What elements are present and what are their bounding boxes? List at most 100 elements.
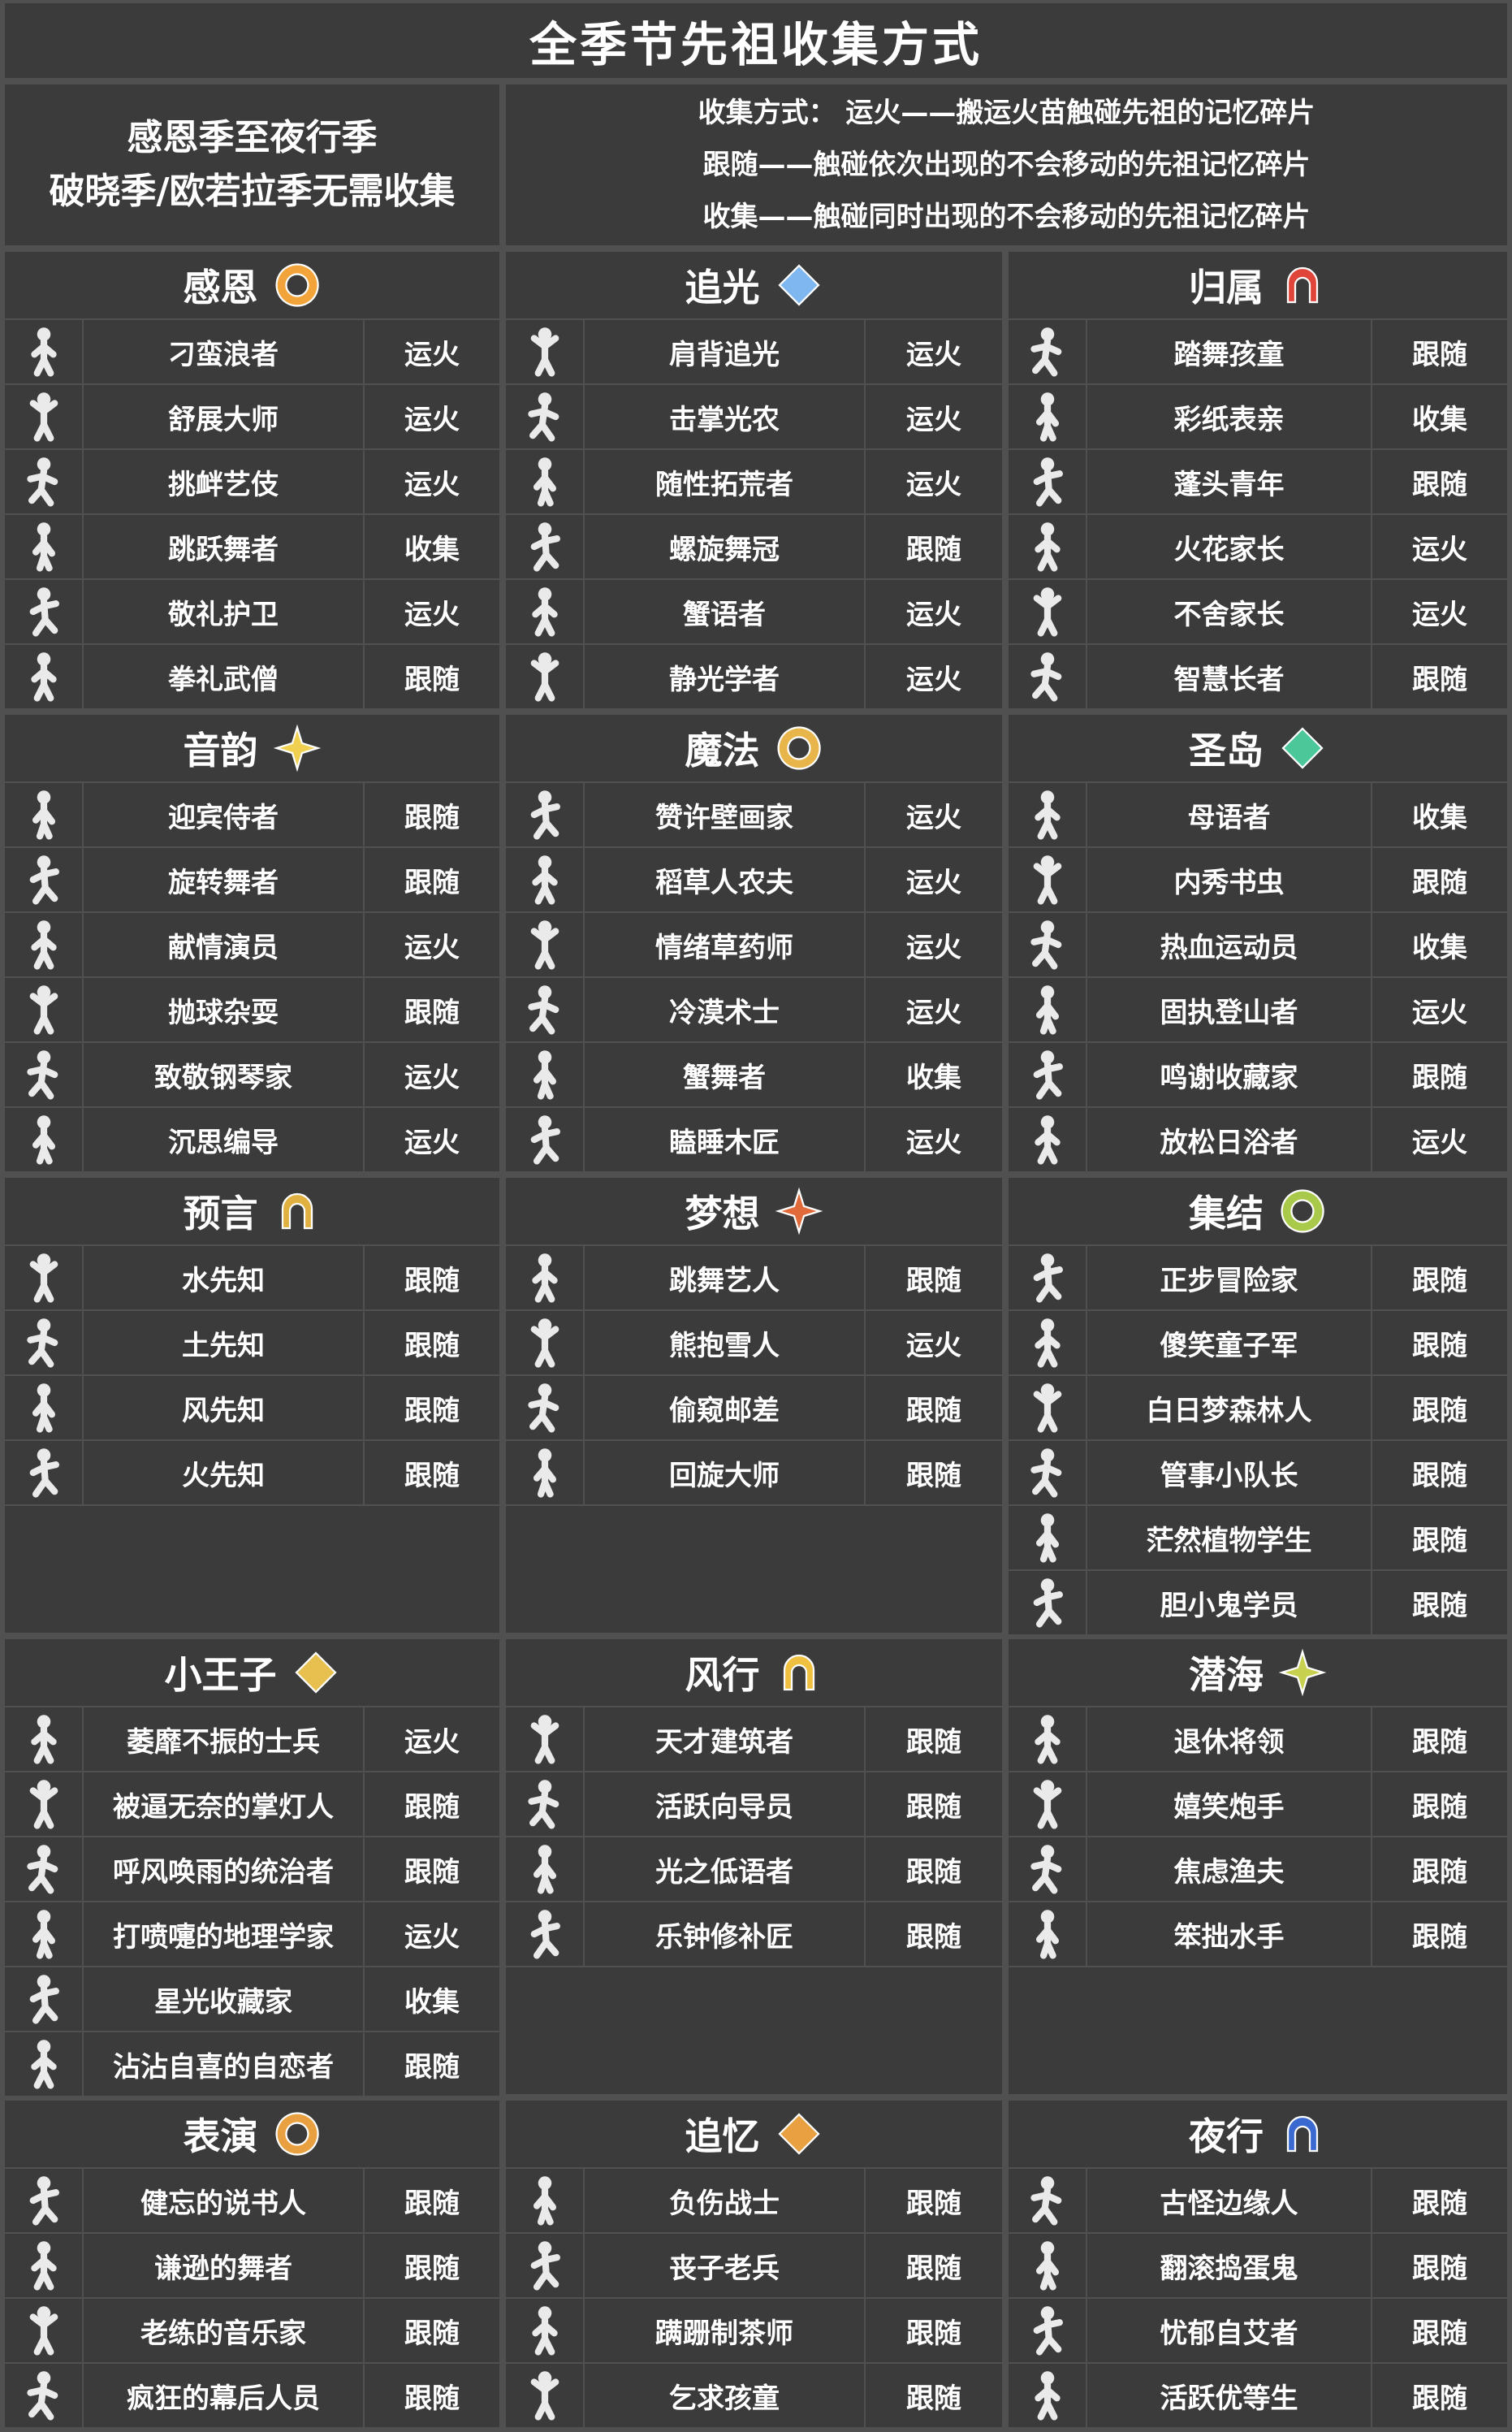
ancestor-method: 运火 [365, 1707, 499, 1771]
season-name: 魔法 [685, 729, 760, 772]
ancestor-method: 运火 [866, 913, 1002, 976]
ancestor-name: 乞求孩童 [585, 2364, 864, 2427]
prophecy-star-icon [273, 1187, 322, 1235]
ancestor-name: 天才建筑者 [585, 1707, 864, 1771]
ancestor-method: 跟随 [365, 1441, 499, 1504]
ancestor-figure-icon [1009, 385, 1086, 448]
season-name: 圣岛 [1189, 729, 1264, 772]
season-header: 小王子 [5, 1639, 499, 1706]
ancestor-name: 乐钟修补匠 [585, 1902, 864, 1966]
ancestor-name: 健忘的说书人 [84, 2169, 363, 2232]
ancestor-name: 嬉笑炮手 [1087, 1772, 1371, 1836]
ancestor-figure-icon [506, 978, 583, 1041]
ancestor-name: 活跃优等生 [1087, 2364, 1371, 2427]
ancestor-method: 运火 [365, 1108, 499, 1171]
ancestor-figure-icon [1009, 2234, 1086, 2297]
ancestor-method: 跟随 [365, 1772, 499, 1836]
ancestor-name: 负伤战士 [585, 2169, 864, 2232]
method-line-follow: 跟随——触碰依次出现的不会移动的先祖记忆碎片 [702, 149, 1311, 181]
season-header: 音韵 [5, 715, 499, 781]
ancestor-figure-icon [506, 1043, 583, 1106]
ancestor-figure-icon [5, 1108, 82, 1171]
ancestor-method: 跟随 [866, 1902, 1002, 1966]
ancestor-name: 茫然植物学生 [1087, 1506, 1371, 1569]
ancestor-name: 胆小鬼学员 [1087, 1571, 1371, 1634]
ancestor-method: 跟随 [365, 2032, 499, 2096]
ancestor-method: 运火 [866, 385, 1002, 448]
ancestor-figure-icon [1009, 848, 1086, 911]
season-name: 预言 [183, 1192, 258, 1235]
ancestor-method: 跟随 [1372, 1772, 1507, 1836]
ancestor-figure-icon [5, 1441, 82, 1504]
season-header: 归属 [1009, 252, 1507, 318]
ancestor-name: 情绪草药师 [585, 913, 864, 976]
sanctuary-arch-icon [1278, 724, 1327, 772]
ancestor-method: 跟随 [365, 1311, 499, 1374]
ancestor-method: 跟随 [1372, 848, 1507, 911]
season-ancestor-chart: 全季节先祖收集方式 感恩季至夜行季 破晓季/欧若拉季无需收集 收集方式： 运火—… [0, 0, 1512, 2432]
season-header: 预言 [5, 1178, 499, 1244]
ancestor-name: 水先知 [84, 1246, 363, 1309]
passage-hook-icon [1278, 2110, 1327, 2158]
intro-right-panel: 收集方式： 运火——搬运火苗触碰先祖的记忆碎片 跟随——触碰依次出现的不会移动的… [506, 84, 1507, 245]
season-header: 追忆 [506, 2101, 1002, 2167]
ancestor-name: 冷漠术士 [585, 978, 864, 1041]
ancestor-figure-icon [5, 1376, 82, 1439]
ancestor-method: 跟随 [1372, 1043, 1507, 1106]
ancestor-name: 笨拙水手 [1087, 1902, 1371, 1966]
light-seeker-emblem-icon [775, 261, 823, 309]
ancestor-figure-icon [1009, 1311, 1086, 1374]
ancestor-figure-icon [1009, 1108, 1086, 1171]
season-header: 魔法 [506, 715, 1002, 781]
abyss-wave-icon [1278, 1648, 1327, 1697]
ancestor-method: 跟随 [866, 515, 1002, 578]
empty-filler [506, 1506, 1002, 1633]
season-name: 表演 [183, 2114, 258, 2158]
empty-filler [506, 1967, 1002, 2094]
ancestor-name: 打喷嚏的地理学家 [84, 1902, 363, 1966]
ancestor-figure-icon [1009, 1441, 1086, 1504]
ancestor-figure-icon [5, 2364, 82, 2427]
ancestor-name: 火花家长 [1087, 515, 1371, 578]
ancestor-method: 运火 [1372, 1108, 1507, 1171]
ancestor-name: 击掌光农 [585, 385, 864, 448]
ancestor-method: 运火 [1372, 978, 1507, 1041]
season-header: 夜行 [1009, 2101, 1507, 2167]
season-name: 音韵 [183, 729, 258, 772]
swirl-sun-emblem-icon [273, 261, 322, 309]
ancestor-figure-icon [5, 1707, 82, 1771]
ancestor-name: 拳礼武僧 [84, 645, 363, 708]
ancestor-method: 跟随 [1372, 320, 1507, 383]
ancestor-name: 管事小队长 [1087, 1441, 1371, 1504]
season-name: 集结 [1189, 1192, 1264, 1235]
ancestor-figure-icon [1009, 1772, 1086, 1836]
season-name: 归属 [1189, 266, 1264, 309]
ancestor-figure-icon [5, 450, 82, 513]
ancestor-figure-icon [506, 1376, 583, 1439]
ancestor-figure-icon [1009, 1376, 1086, 1439]
ancestor-figure-icon [5, 2299, 82, 2362]
ancestor-figure-icon [506, 1246, 583, 1309]
ancestor-method: 运火 [365, 913, 499, 976]
empty-filler [1009, 1967, 1507, 2094]
ancestor-figure-icon [1009, 2299, 1086, 2362]
intro-left-panel: 感恩季至夜行季 破晓季/欧若拉季无需收集 [5, 84, 499, 245]
ancestor-figure-icon [1009, 1043, 1086, 1106]
ancestor-figure-icon [506, 320, 583, 383]
season-name: 追忆 [685, 2114, 760, 2158]
ancestor-name: 肩背追光 [585, 320, 864, 383]
season-name: 梦想 [685, 1192, 760, 1235]
page-title: 全季节先祖收集方式 [5, 3, 1507, 78]
ancestor-name: 风先知 [84, 1376, 363, 1439]
ancestor-method: 跟随 [1372, 1571, 1507, 1634]
ancestor-figure-icon [5, 1311, 82, 1374]
intro-no-collect-note: 破晓季/欧若拉季无需收集 [49, 171, 456, 212]
ancestor-name: 退休将领 [1087, 1707, 1371, 1771]
ancestor-figure-icon [5, 1246, 82, 1309]
performance-mask-icon [273, 2110, 322, 2158]
ancestor-name: 偷窥邮差 [585, 1376, 864, 1439]
ancestor-figure-icon [1009, 580, 1086, 643]
ancestor-method: 跟随 [1372, 450, 1507, 513]
ancestor-method: 收集 [1372, 385, 1507, 448]
ancestor-method: 运火 [1372, 580, 1507, 643]
